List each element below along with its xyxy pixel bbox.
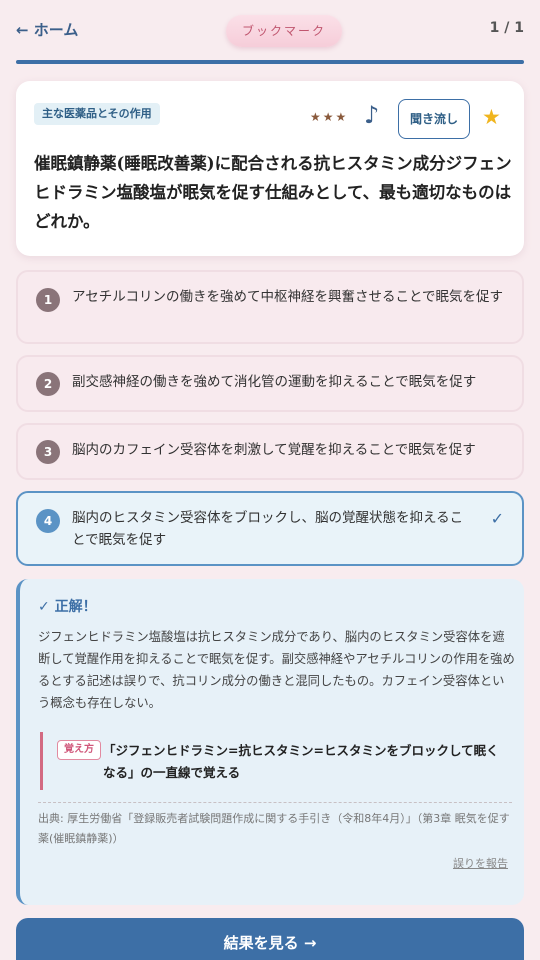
source-citation: 出典: 厚生労働省「登録販売者試験問題作成に関する手引き（令和8年4月）」（第3… [38, 812, 510, 845]
report-error-link[interactable]: 誤りを報告 [453, 855, 508, 871]
option-number: 1 [36, 288, 60, 312]
option-text: 脳内のカフェイン受容体を刺激して覚醒を抑えることで眠気を促す [72, 442, 476, 458]
top-bar: ← ホーム ブックマーク 1 / 1 [0, 0, 540, 62]
correct-heading: ✓ 正解！ [38, 599, 97, 615]
option-text: アセチルコリンの働きを強めて中枢神経を興奮させることで眠気を促す [72, 289, 504, 305]
option-text: 脳内のヒスタミン受容体をブロックし、脳の覚醒状態を抑えることで眠気を促す [72, 510, 464, 548]
progress-bar [16, 60, 524, 64]
option-3[interactable]: 3 脳内のカフェイン受容体を刺激して覚醒を抑えることで眠気を促す [16, 423, 524, 480]
bookmark-button[interactable]: ブックマーク [226, 15, 342, 47]
option-number: 4 [36, 509, 60, 533]
difficulty-stars: ★★★ [310, 110, 349, 124]
question-card: 主な医薬品とその作用 ★★★ ♪ 聞き流し ★ 催眠鎮静薬(睡眠改善薬)に配合さ… [16, 81, 524, 256]
explanation-text: ジフェンヒドラミン塩酸塩は抗ヒスタミン成分であり、脳内のヒスタミン受容体を遮断し… [38, 630, 515, 710]
option-2[interactable]: 2 副交感神経の働きを強めて消化管の運動を抑えることで眠気を促す [16, 355, 524, 412]
option-text: 副交感神経の働きを強めて消化管の運動を抑えることで眠気を促す [72, 374, 477, 390]
divider [38, 802, 512, 803]
explanation-panel: ✓ 正解！ ジフェンヒドラミン塩酸塩は抗ヒスタミン成分であり、脳内のヒスタミン受… [16, 579, 524, 905]
listen-button[interactable]: 聞き流し [398, 99, 470, 139]
option-number: 3 [36, 440, 60, 464]
music-note-icon[interactable]: ♪ [364, 101, 379, 129]
check-icon: ✓ [490, 509, 504, 528]
view-results-button[interactable]: 結果を見る → [16, 918, 524, 960]
star-icon[interactable]: ★ [482, 105, 501, 129]
option-number: 2 [36, 372, 60, 396]
question-counter: 1 / 1 [489, 20, 524, 36]
question-text: 催眠鎮静薬(睡眠改善薬)に配合される抗ヒスタミン成分ジフェンヒドラミン塩酸塩が眠… [34, 154, 512, 231]
mnemonic-box: 覚え方 「ジフェンヒドラミン=抗ヒスタミン=ヒスタミンをブロックして眠くなる」の… [40, 732, 510, 790]
option-1[interactable]: 1 アセチルコリンの働きを強めて中枢神経を興奮させることで眠気を促す [16, 270, 524, 344]
mnemonic-tag: 覚え方 [57, 740, 101, 760]
category-tag: 主な医薬品とその作用 [34, 103, 160, 125]
mnemonic-text: 「ジフェンヒドラミン=抗ヒスタミン=ヒスタミンをブロックして眠くなる」の一直線で… [103, 743, 499, 780]
back-home-link[interactable]: ← ホーム [16, 19, 78, 40]
option-4[interactable]: 4 脳内のヒスタミン受容体をブロックし、脳の覚醒状態を抑えることで眠気を促す ✓ [16, 491, 524, 566]
